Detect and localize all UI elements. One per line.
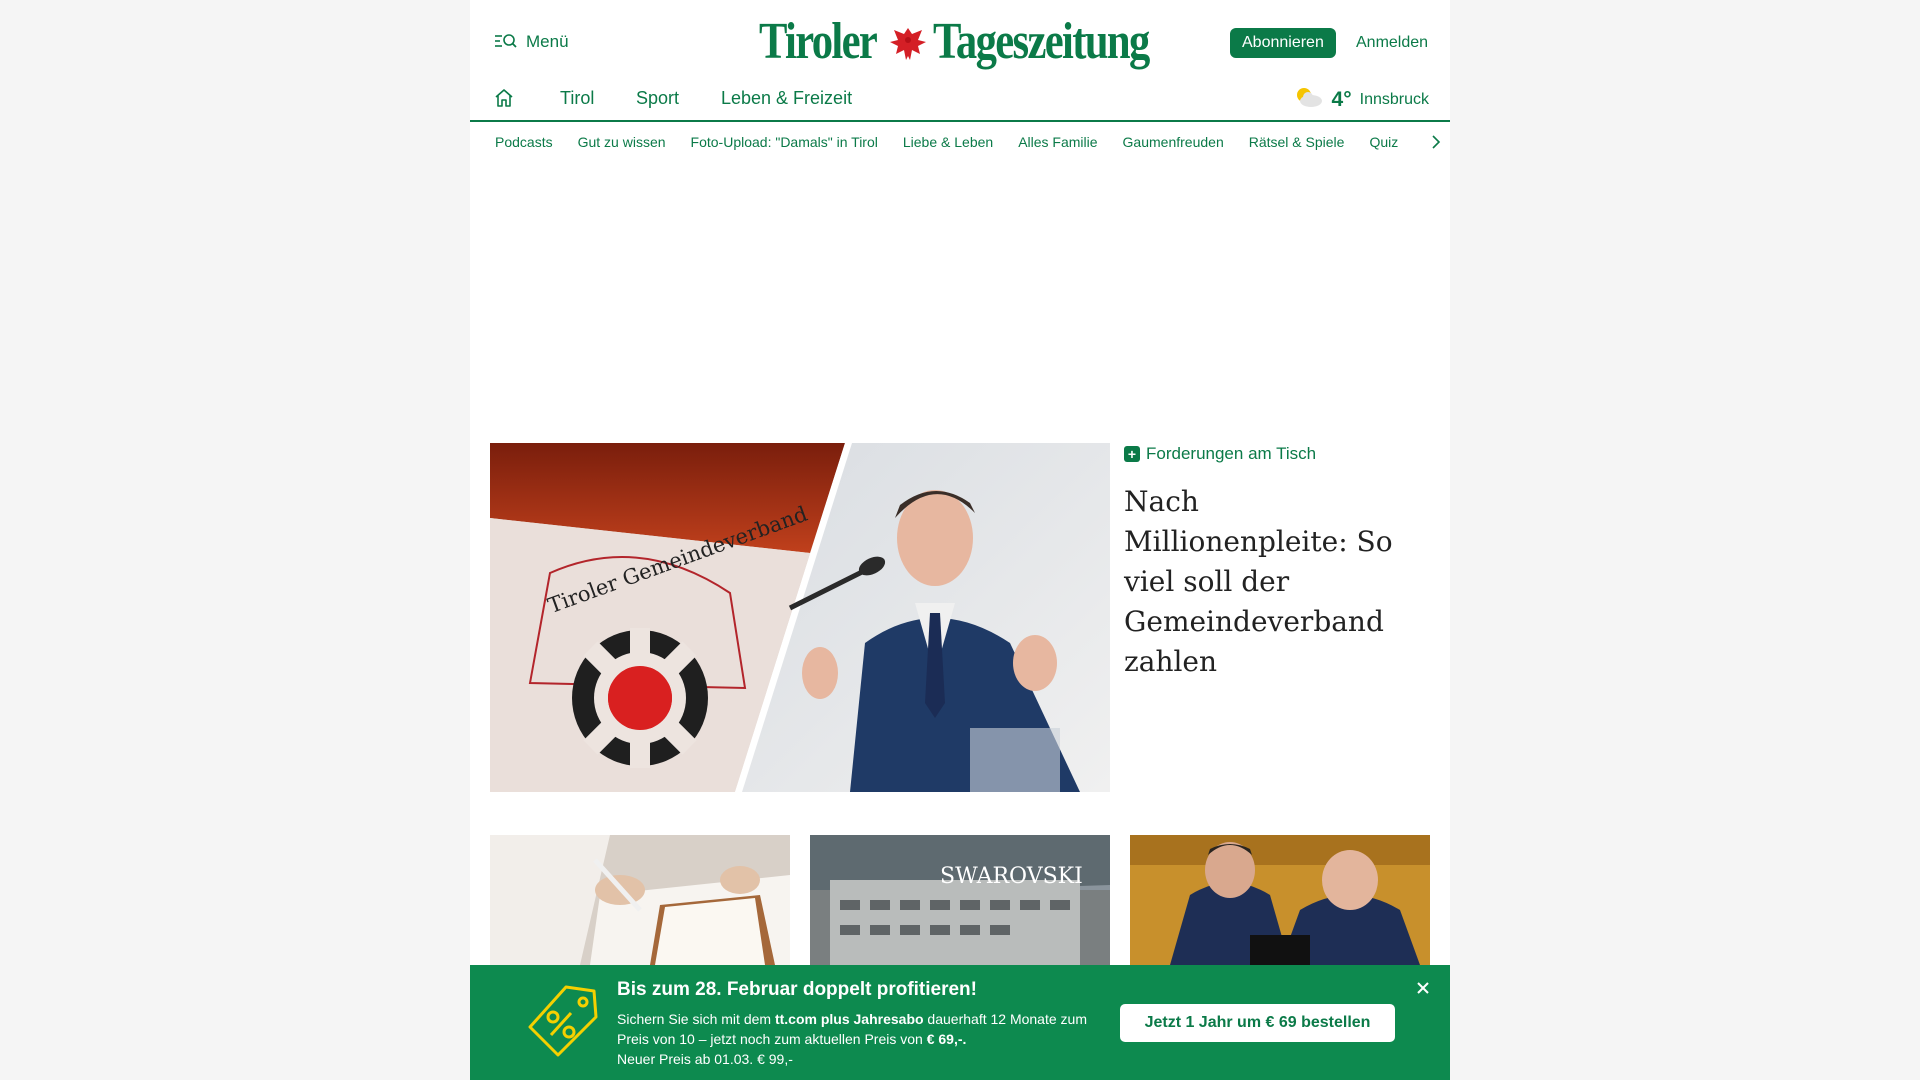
promo-title: Bis zum 28. Februar doppelt profitieren!	[617, 979, 977, 1000]
weather-temperature: 4°	[1331, 87, 1352, 111]
hero-headline[interactable]: Nach Millionenpleite: So viel soll der G…	[1124, 482, 1424, 682]
sub-nav-item[interactable]: Liebe & Leben	[903, 134, 993, 150]
ad-placeholder	[470, 165, 1450, 420]
menu-search-icon	[494, 33, 518, 51]
plus-icon: +	[1124, 446, 1140, 462]
logo-text-left: Tiroler	[759, 13, 878, 70]
teaser-sign-text: SWAROVSKI	[940, 864, 1083, 889]
teaser-image-swarovski[interactable]: SWAROVSKI	[810, 835, 1110, 965]
subscribe-button[interactable]: Abonnieren	[1230, 28, 1336, 58]
sub-nav-item[interactable]: Gut zu wissen	[578, 134, 666, 150]
close-icon[interactable]	[1416, 981, 1430, 1000]
page: Menü Tiroler Tageszeitung Abonnieren Anm…	[470, 0, 1450, 1080]
sub-nav-item[interactable]: Podcasts	[495, 134, 553, 150]
order-subscription-button[interactable]: Jetzt 1 Jahr um € 69 bestellen	[1120, 1004, 1395, 1042]
teaser-image-writing[interactable]	[490, 835, 790, 965]
home-icon[interactable]	[494, 88, 514, 113]
sub-nav-item[interactable]: Rätsel & Spiele	[1249, 134, 1345, 150]
logo-text-right: Tageszeitung	[933, 13, 1150, 70]
nav-item-sport[interactable]: Sport	[636, 88, 679, 109]
tyrolean-eagle-icon	[888, 24, 928, 69]
partly-cloudy-icon	[1294, 86, 1324, 113]
promo-text: Sichern Sie sich mit dem tt.com plus Jah…	[617, 1011, 1087, 1067]
weather-widget[interactable]: 4° Innsbruck	[1294, 86, 1429, 113]
sub-nav-item[interactable]: Alles Familie	[1018, 134, 1097, 150]
hero-kicker-label: Forderungen am Tisch	[1146, 444, 1317, 463]
menu-label: Menü	[526, 32, 569, 51]
weather-city: Innsbruck	[1359, 90, 1429, 108]
teaser-image-parliament[interactable]	[1130, 835, 1430, 965]
login-link[interactable]: Anmelden	[1356, 28, 1428, 58]
site-logo[interactable]: Tiroler Tageszeitung	[755, 10, 1165, 76]
nav-item-leben-freizeit[interactable]: Leben & Freizeit	[721, 88, 852, 109]
sub-navigation: Podcasts Gut zu wissen Foto-Upload: "Dam…	[470, 122, 1450, 162]
sub-nav-item[interactable]: Quiz	[1369, 134, 1398, 150]
main-navigation: Tirol Sport Leben & Freizeit 4° Innsbruc…	[470, 80, 1450, 122]
hero-kicker[interactable]: + Forderungen am Tisch	[1124, 444, 1316, 464]
nav-item-tirol[interactable]: Tirol	[560, 88, 594, 109]
discount-tag-icon	[526, 983, 598, 1064]
chevron-right-icon[interactable]	[1430, 134, 1442, 155]
menu-button[interactable]: Menü	[494, 32, 569, 52]
sub-nav-item[interactable]: Foto-Upload: "Damals" in Tirol	[691, 134, 878, 150]
sub-nav-item[interactable]: Gaumenfreuden	[1123, 134, 1224, 150]
promo-banner: Bis zum 28. Februar doppelt profitieren!…	[470, 965, 1450, 1080]
hero-image[interactable]: Tiroler Gemeindeverband	[490, 443, 1110, 792]
